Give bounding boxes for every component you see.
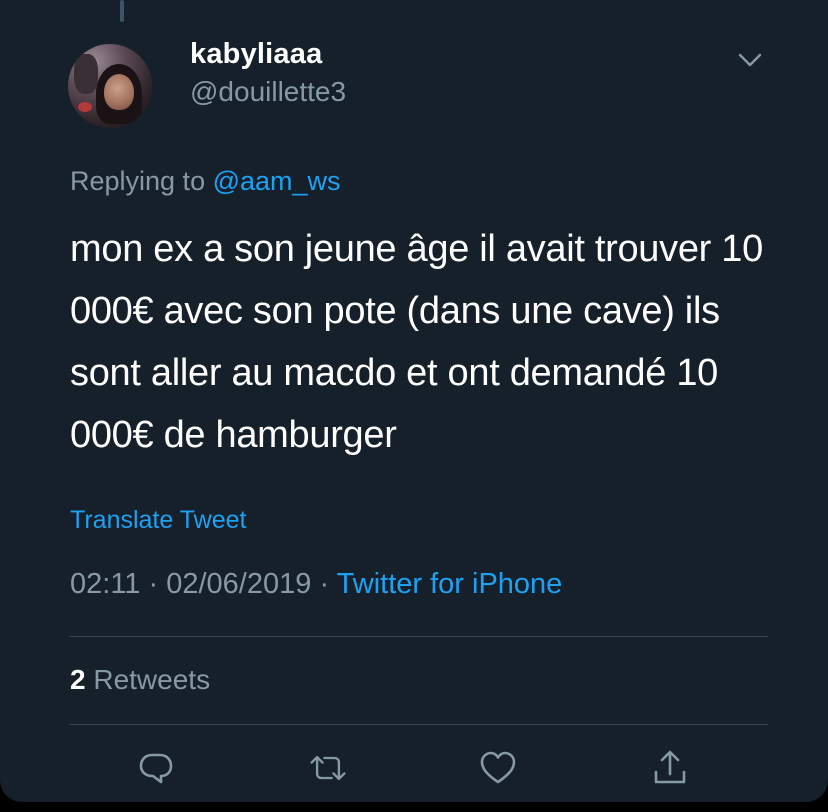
share-icon[interactable] <box>650 748 690 788</box>
author-display-name[interactable]: kabyliaaa <box>190 38 322 71</box>
tweet-date: 02/06/2019 <box>166 568 312 600</box>
replying-to-line: Replying to @aam_ws <box>70 166 341 197</box>
heart-icon[interactable] <box>478 748 518 788</box>
tweet-time: 02:11 <box>70 568 141 600</box>
tweet-text: mon ex a son jeune âge il avait trouver … <box>70 228 763 456</box>
divider <box>70 636 768 637</box>
translate-tweet-link[interactable]: Translate Tweet <box>70 506 246 535</box>
tweet-metadata: 02:11 · 02/06/2019 · Twitter for iPhone <box>70 568 562 601</box>
retweet-count: 2 <box>70 664 86 695</box>
retweet-icon[interactable] <box>308 748 348 788</box>
retweet-label: Retweets <box>93 664 211 695</box>
avatar[interactable] <box>68 44 152 128</box>
meta-separator: · <box>148 568 159 600</box>
tweet-source-link[interactable]: Twitter for iPhone <box>337 568 563 600</box>
author-handle[interactable]: @douillette3 <box>190 76 346 108</box>
reply-icon[interactable] <box>136 748 176 788</box>
retweets-stat[interactable]: 2 Retweets <box>70 664 210 696</box>
divider <box>70 724 768 725</box>
thread-connector-line <box>120 0 124 22</box>
tweet-card: kabyliaaa @douillette3 Replying to @aam_… <box>0 0 828 802</box>
replying-to-mention-link[interactable]: @aam_ws <box>213 166 341 196</box>
meta-separator: · <box>319 568 330 600</box>
replying-to-label: Replying to <box>70 166 213 196</box>
chevron-down-icon[interactable] <box>736 50 764 70</box>
